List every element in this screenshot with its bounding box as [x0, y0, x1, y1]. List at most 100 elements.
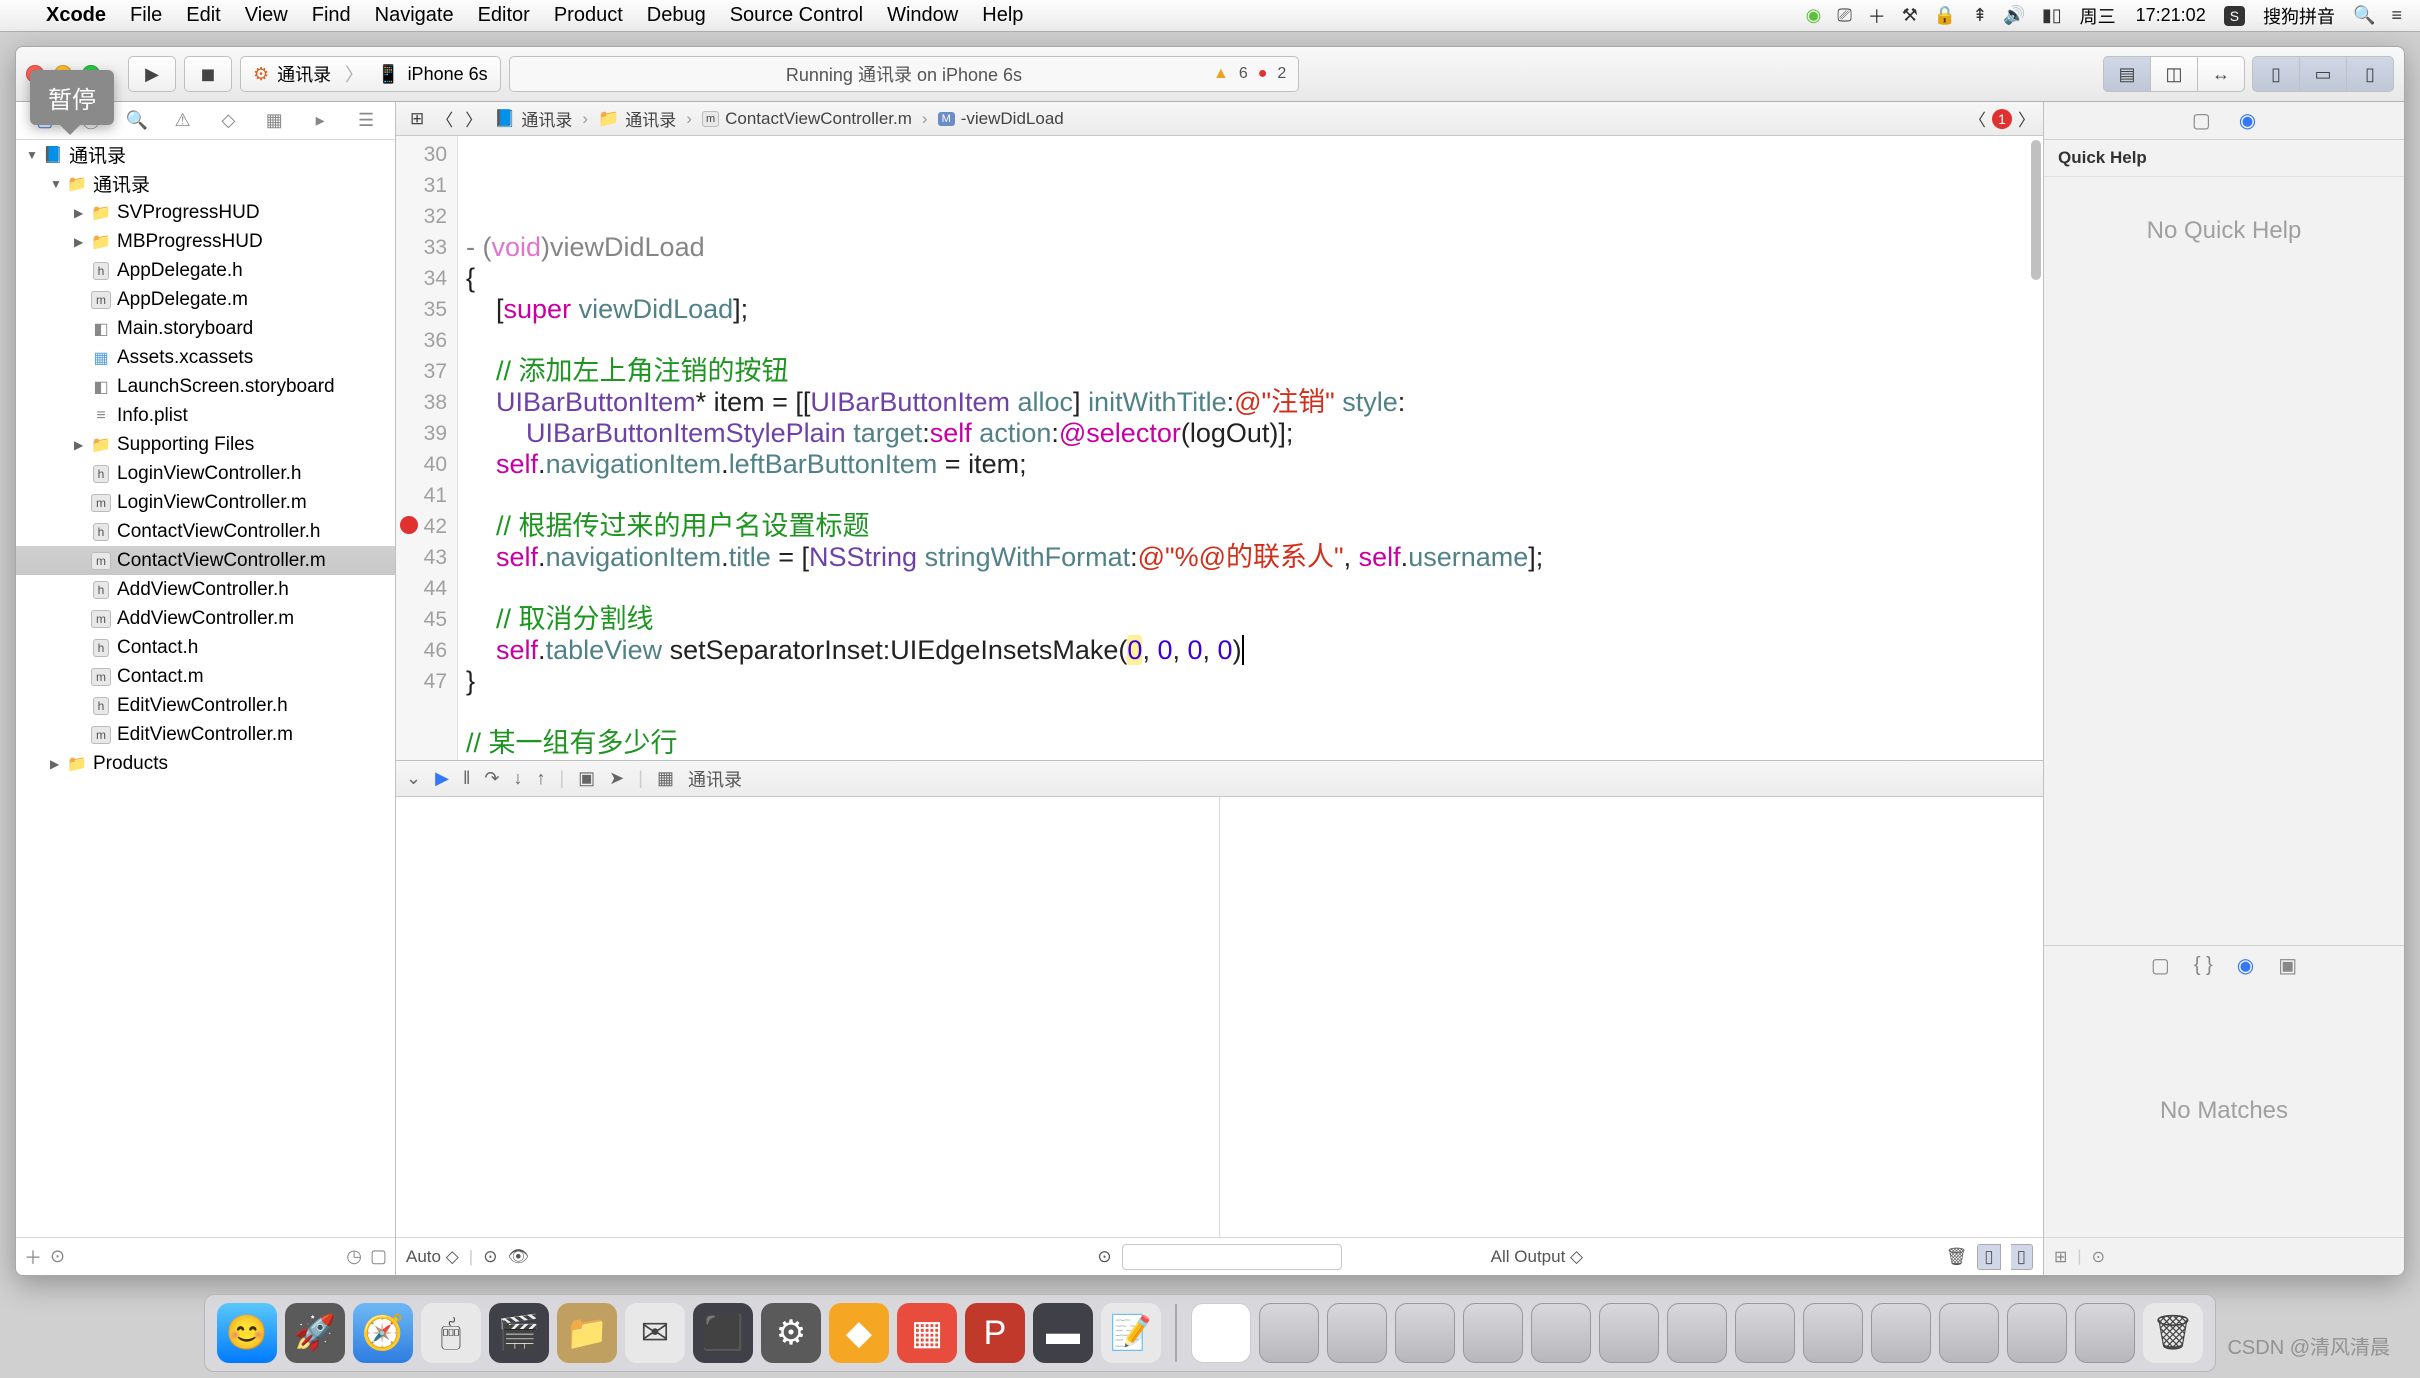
- tree-item[interactable]: ContactViewController.m: [16, 546, 395, 575]
- clear-console-button[interactable]: 🗑: [1946, 1247, 1968, 1267]
- dock-min-4[interactable]: [1463, 1303, 1523, 1363]
- dock-app-2[interactable]: 📁: [557, 1303, 617, 1363]
- toggle-variables-button[interactable]: ▯: [1977, 1244, 2000, 1270]
- dock-min-6[interactable]: [1599, 1303, 1659, 1363]
- battery-icon[interactable]: ▮▯: [2042, 5, 2062, 26]
- dock-app-4[interactable]: ▦: [897, 1303, 957, 1363]
- dock-settings[interactable]: ⚙: [761, 1303, 821, 1363]
- tree-item[interactable]: LoginViewController.m: [16, 488, 395, 517]
- forward-button[interactable]: 〉: [459, 106, 488, 131]
- dock-app-1[interactable]: 🎬: [489, 1303, 549, 1363]
- code-editor[interactable]: 303132333435363738394041424344454647 - (…: [396, 136, 2043, 760]
- prev-issue-button[interactable]: 〈: [1969, 106, 1986, 131]
- continue-button[interactable]: ‖: [463, 768, 470, 789]
- activity-viewer[interactable]: Running 通讯录 on iPhone 6s ▲6 ●2: [509, 56, 1300, 92]
- dock-min-11[interactable]: [1939, 1303, 1999, 1363]
- assistant-editor-button[interactable]: ◫: [2150, 56, 2198, 92]
- tree-item[interactable]: ContactViewController.h: [16, 517, 395, 546]
- tree-item[interactable]: ▶Supporting Files: [16, 430, 395, 459]
- status-icon[interactable]: ◉: [1806, 5, 1822, 26]
- tree-item[interactable]: AppDelegate.h: [16, 256, 395, 285]
- ime-icon[interactable]: S: [2224, 6, 2245, 26]
- menu-navigate[interactable]: Navigate: [375, 4, 454, 27]
- process-name[interactable]: 通讯录: [688, 766, 742, 792]
- code-body[interactable]: - (void)viewDidLoad{ [super viewDidLoad]…: [458, 136, 2043, 760]
- volume-icon[interactable]: 🔊: [2003, 5, 2025, 26]
- variables-filter-input[interactable]: [1122, 1244, 1342, 1270]
- tree-item[interactable]: ▶SVProgressHUD: [16, 198, 395, 227]
- report-nav-tab[interactable]: ☰: [353, 110, 379, 131]
- menubar-time[interactable]: 17:21:02: [2136, 5, 2206, 26]
- dock-min-5[interactable]: [1531, 1303, 1591, 1363]
- tree-item[interactable]: LoginViewController.h: [16, 459, 395, 488]
- project-tree[interactable]: ▼通讯录▼通讯录▶SVProgressHUD▶MBProgressHUDAppD…: [16, 140, 395, 1237]
- dock-app-6[interactable]: ▬: [1033, 1303, 1093, 1363]
- media-library-tab[interactable]: ▣: [2278, 953, 2297, 978]
- dock-app-3[interactable]: ✉: [625, 1303, 685, 1363]
- step-into-button[interactable]: ↓: [513, 768, 522, 789]
- notification-icon[interactable]: ≡: [2391, 5, 2402, 26]
- jump-seg-symbol[interactable]: M -viewDidLoad: [932, 109, 1070, 129]
- menu-help[interactable]: Help: [982, 4, 1023, 27]
- step-out-button[interactable]: ↑: [536, 768, 545, 789]
- tree-item[interactable]: Contact.h: [16, 633, 395, 662]
- ime-name[interactable]: 搜狗拼音: [2263, 3, 2335, 29]
- filter-icon[interactable]: ⊙: [1097, 1247, 1111, 1267]
- issue-badge[interactable]: 1: [1992, 109, 2012, 129]
- recent-filter-icon[interactable]: ◷: [346, 1246, 362, 1267]
- toggle-debug-button[interactable]: ▭: [2299, 56, 2347, 92]
- tree-item[interactable]: AddViewController.m: [16, 604, 395, 633]
- lock-icon[interactable]: 🔒: [1934, 5, 1956, 26]
- filter-icon[interactable]: ⊙: [50, 1246, 65, 1267]
- toggle-console-button[interactable]: ▯: [2011, 1244, 2033, 1270]
- scm-filter-icon[interactable]: ▢: [370, 1246, 387, 1267]
- dock-min-10[interactable]: [1871, 1303, 1931, 1363]
- dock-sketch[interactable]: ◆: [829, 1303, 889, 1363]
- console-view[interactable]: [1220, 797, 2043, 1237]
- menu-editor[interactable]: Editor: [478, 4, 530, 27]
- tree-item[interactable]: AppDelegate.m: [16, 285, 395, 314]
- scheme-selector[interactable]: ⚙ 通讯录 〉 📱 iPhone 6s: [240, 56, 501, 92]
- menu-debug[interactable]: Debug: [647, 4, 706, 27]
- breakpoints-toggle[interactable]: ▶: [435, 768, 449, 789]
- dock-mouse[interactable]: 🖱: [421, 1303, 481, 1363]
- dock-min-2[interactable]: [1327, 1303, 1387, 1363]
- search-icon[interactable]: 🔍: [2353, 5, 2375, 26]
- debug-nav-tab[interactable]: ▦: [261, 110, 287, 131]
- related-items-button[interactable]: ⊞: [404, 109, 430, 129]
- plus-icon[interactable]: ＋: [1868, 3, 1886, 29]
- find-nav-tab[interactable]: 🔍: [124, 110, 150, 131]
- location-button[interactable]: ➤: [609, 768, 624, 789]
- tree-item[interactable]: ▼通讯录: [16, 140, 395, 169]
- add-button[interactable]: ＋: [24, 1244, 42, 1270]
- variables-filter-icon[interactable]: ⊙: [483, 1247, 497, 1267]
- view-debug-button[interactable]: ▣: [578, 768, 595, 789]
- issue-nav-tab[interactable]: ⚠: [170, 110, 196, 131]
- quickhelp-tab[interactable]: ◉: [2239, 108, 2256, 133]
- tree-item[interactable]: LaunchScreen.storyboard: [16, 372, 395, 401]
- toggle-inspector-button[interactable]: ▯: [2346, 56, 2394, 92]
- back-button[interactable]: 〈: [430, 106, 459, 131]
- menu-view[interactable]: View: [245, 4, 288, 27]
- dock-trash[interactable]: 🗑: [2143, 1303, 2203, 1363]
- version-editor-button[interactable]: ↔: [2197, 56, 2245, 92]
- jump-seg-project[interactable]: 📘 通讯录: [488, 106, 578, 131]
- tree-item[interactable]: Main.storyboard: [16, 314, 395, 343]
- variables-eye-icon[interactable]: 👁: [507, 1247, 529, 1267]
- toggle-navigator-button[interactable]: ▯: [2252, 56, 2300, 92]
- object-library-tab[interactable]: ◉: [2237, 953, 2254, 978]
- tree-item[interactable]: EditViewController.m: [16, 720, 395, 749]
- file-template-tab[interactable]: ▢: [2151, 953, 2170, 978]
- dock-min-7[interactable]: [1667, 1303, 1727, 1363]
- library-filter-icon[interactable]: ⊙: [2092, 1247, 2105, 1267]
- menu-window[interactable]: Window: [887, 4, 958, 27]
- tree-item[interactable]: ▶Products: [16, 749, 395, 778]
- stop-button[interactable]: ◼: [184, 56, 232, 92]
- hide-debug-button[interactable]: ⌄: [406, 768, 421, 789]
- dock-launchpad[interactable]: 🚀: [285, 1303, 345, 1363]
- standard-editor-button[interactable]: ▤: [2103, 56, 2151, 92]
- tree-item[interactable]: EditViewController.h: [16, 691, 395, 720]
- menu-source-control[interactable]: Source Control: [730, 4, 863, 27]
- tree-item[interactable]: Assets.xcassets: [16, 343, 395, 372]
- dock-min-3[interactable]: [1395, 1303, 1455, 1363]
